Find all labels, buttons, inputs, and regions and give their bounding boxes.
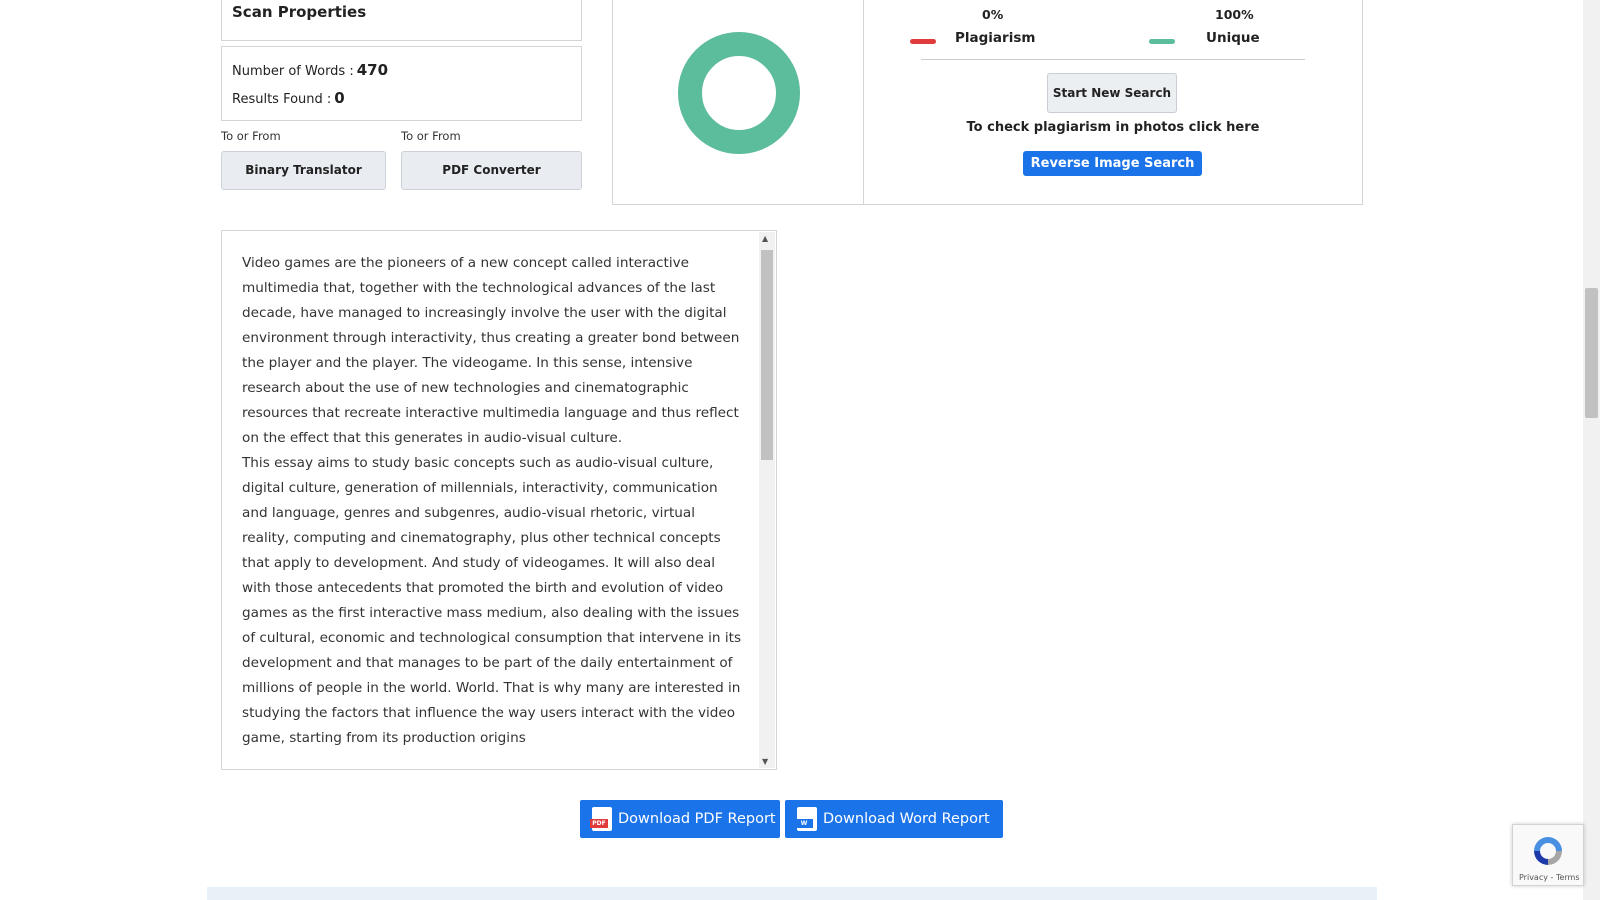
scan-stats-panel: Number of Words :470 Results Found :0 <box>221 46 582 121</box>
scroll-down-arrow-icon[interactable]: ▼ <box>762 757 768 766</box>
recaptcha-icon <box>1534 837 1562 865</box>
binary-translator-caption: To or From <box>221 129 281 143</box>
results-found-label: Results Found : <box>232 92 332 107</box>
recaptcha-links[interactable]: Privacy - Terms <box>1519 873 1580 882</box>
scan-properties-header: Scan Properties <box>221 0 582 41</box>
plagiarism-percent: 0% <box>982 7 1004 22</box>
scroll-up-arrow-icon[interactable]: ▲ <box>762 234 768 243</box>
pdf-converter-caption: To or From <box>401 129 461 143</box>
donut-column <box>613 0 864 204</box>
footer-strip <box>207 887 1377 900</box>
scanned-text-box[interactable]: Video games are the pioneers of a new co… <box>221 230 777 770</box>
unique-legend-swatch <box>1149 39 1175 44</box>
pdf-file-icon: PDF <box>590 807 612 831</box>
plagiarism-legend-label: Plagiarism <box>955 30 1036 46</box>
page-scroll-thumb[interactable] <box>1585 288 1598 418</box>
word-count-line: Number of Words :470 <box>232 57 571 85</box>
scanned-text-paragraph-2: This essay aims to study basic concepts … <box>242 455 742 746</box>
page-scrollbar[interactable] <box>1583 0 1600 900</box>
result-panel: 0% Plagiarism 100% Unique Start New Sear… <box>612 0 1363 205</box>
scanned-text: Video games are the pioneers of a new co… <box>242 251 744 751</box>
photo-plagiarism-hint: To check plagiarism in photos click here <box>966 120 1260 135</box>
word-file-icon-tag: W <box>795 819 813 828</box>
word-count-value: 470 <box>356 61 389 79</box>
download-word-report-button[interactable]: W Download Word Report <box>785 800 1003 838</box>
download-pdf-report-button[interactable]: PDF Download PDF Report <box>580 800 780 838</box>
word-count-label: Number of Words : <box>232 64 354 79</box>
start-new-search-button[interactable]: Start New Search <box>1047 73 1177 113</box>
results-found-value: 0 <box>334 89 345 107</box>
download-pdf-report-label: Download PDF Report <box>618 811 776 827</box>
donut-unique-arc <box>678 32 800 154</box>
scanned-text-paragraph-1: Video games are the pioneers of a new co… <box>242 255 740 446</box>
plagiarism-legend-swatch <box>910 39 936 44</box>
unique-legend-label: Unique <box>1206 30 1260 46</box>
recaptcha-badge[interactable]: Privacy - Terms <box>1512 824 1584 886</box>
word-file-icon: W <box>795 807 817 831</box>
reverse-image-search-button[interactable]: Reverse Image Search <box>1023 151 1202 176</box>
pdf-converter-button[interactable]: PDF Converter <box>401 151 582 190</box>
pdf-file-icon-tag: PDF <box>590 819 608 828</box>
results-found-line: Results Found :0 <box>232 85 571 113</box>
scan-properties-title: Scan Properties <box>232 3 367 21</box>
download-word-report-label: Download Word Report <box>823 811 990 827</box>
unique-percent: 100% <box>1215 7 1254 22</box>
binary-translator-button[interactable]: Binary Translator <box>221 151 386 190</box>
text-box-scrollbar[interactable]: ▲ ▼ <box>759 232 775 768</box>
plagiarism-donut-chart <box>678 32 800 154</box>
legend-divider <box>921 59 1305 60</box>
text-box-scroll-thumb[interactable] <box>761 250 773 460</box>
